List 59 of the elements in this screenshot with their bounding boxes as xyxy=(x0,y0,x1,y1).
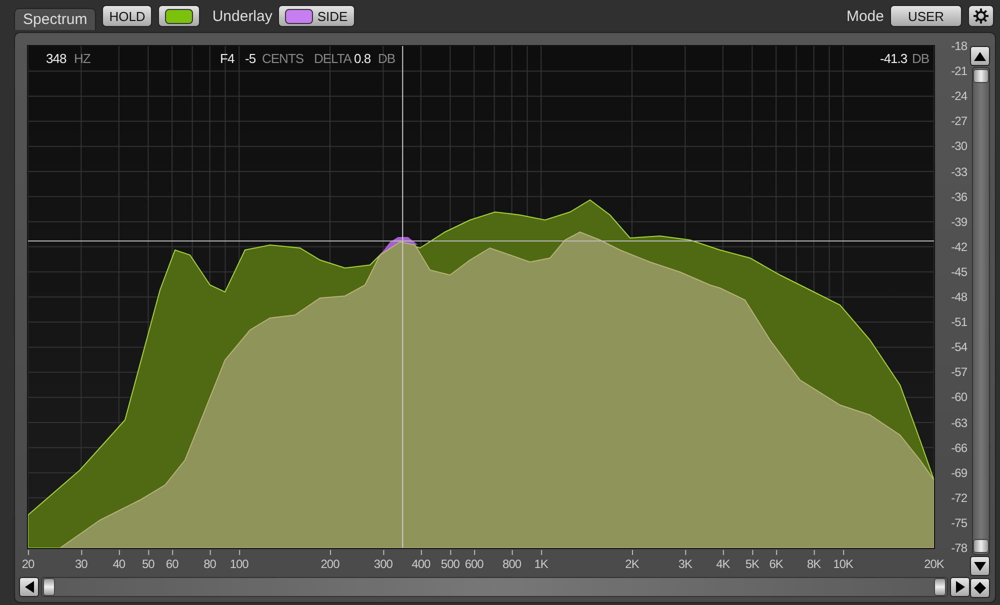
level-label: -21 xyxy=(951,64,967,78)
level-label: -78 xyxy=(951,541,967,555)
delta-label: DELTA xyxy=(314,51,352,66)
level-label: -57 xyxy=(951,365,967,380)
level-label: -36 xyxy=(951,190,967,204)
frequency-label: 5K xyxy=(745,557,760,571)
frequency-label: 400 xyxy=(412,557,430,571)
frequency-label: 4K xyxy=(716,557,730,571)
underlay-label: Underlay xyxy=(212,8,272,24)
frequency-label: 600 xyxy=(464,557,484,571)
level-label: -45 xyxy=(951,264,967,279)
level-label: -60 xyxy=(951,390,967,404)
level-label: -66 xyxy=(951,440,967,455)
frequency-label: 800 xyxy=(502,557,522,571)
frequency-label: 6K xyxy=(769,557,783,571)
unit-label: CENTS xyxy=(262,51,304,66)
frequency-label: 300 xyxy=(374,557,392,571)
note-readout: F4 xyxy=(220,51,234,66)
delta-readout: 0.8 xyxy=(354,51,371,66)
hold-button[interactable]: HOLD xyxy=(102,5,152,27)
frequency-label: 200 xyxy=(320,557,340,571)
level-label: -72 xyxy=(951,490,967,505)
level-label: -27 xyxy=(951,114,967,128)
level-label: -48 xyxy=(951,290,967,304)
level-label: -30 xyxy=(951,139,967,154)
spectrum-tab[interactable]: Spectrum xyxy=(14,8,96,30)
mode-button[interactable]: USER xyxy=(890,5,962,27)
level-label: -18 xyxy=(951,39,967,53)
level-label: -75 xyxy=(951,516,967,530)
level-label: -42 xyxy=(951,240,967,254)
frequency-label: 8K xyxy=(806,557,821,571)
unit-label: HZ xyxy=(74,51,90,66)
frequency-label: 3K xyxy=(678,557,692,571)
frequency-label: 50 xyxy=(142,557,154,571)
frequency-label: 20K xyxy=(924,557,944,571)
level-label: -24 xyxy=(951,89,967,104)
unit-label: DB xyxy=(912,51,930,66)
level-readout: -41.3 xyxy=(880,51,908,66)
frequency-label: 500 xyxy=(440,557,460,571)
frequency-label: 2K xyxy=(625,557,639,571)
frequency-label: 20 xyxy=(22,557,34,571)
level-label: -51 xyxy=(951,315,967,330)
frequency-label: 80 xyxy=(204,557,216,571)
underlay-side-button[interactable]: SIDE xyxy=(278,5,355,27)
level-label: -39 xyxy=(951,214,967,229)
frequency-label: 100 xyxy=(230,557,248,571)
frequency-label: 60 xyxy=(166,557,178,571)
level-label: -33 xyxy=(951,164,967,178)
level-label: -54 xyxy=(951,340,967,354)
frequency-label: 10K xyxy=(833,557,853,571)
frequency-label: 30 xyxy=(75,557,88,571)
frequency-label: 40 xyxy=(112,557,126,571)
frequency-label: 1K xyxy=(534,557,548,571)
cents-readout: -5 xyxy=(245,51,256,66)
level-label: -69 xyxy=(951,466,967,480)
mode-label: Mode xyxy=(846,8,884,24)
frequency-readout: 348 xyxy=(46,51,66,66)
level-label: -63 xyxy=(951,416,967,430)
unit-label: DB xyxy=(378,51,396,66)
